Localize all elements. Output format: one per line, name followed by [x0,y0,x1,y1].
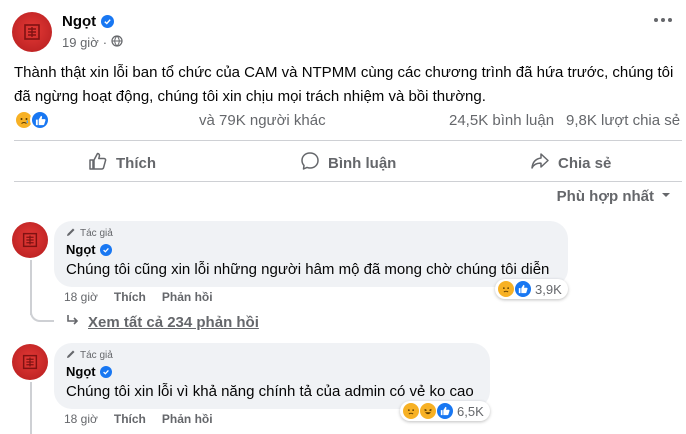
comment-actions: 18 giờ Thích Phản hồi [64,290,213,304]
author-badge: Tác giả [66,349,478,362]
sad-reaction-icon [497,280,515,298]
share-button[interactable]: Chia sẻ [530,150,611,176]
comment-author-name[interactable]: Ngọt [66,242,556,257]
dot-separator: · [102,35,108,50]
comment-button-label: Bình luận [328,154,397,172]
author-avatar[interactable] [12,12,52,52]
see-all-replies[interactable]: Xem tất cả 234 phản hồi [66,313,259,331]
verified-badge-icon [99,365,112,378]
author-badge-label: Tác giả [80,228,113,239]
like-reaction-icon [514,280,532,298]
sort-label: Phù hợp nhất [556,188,654,205]
comment-sort-dropdown[interactable]: Phù hợp nhất [557,188,672,205]
author-badge-label: Tác giả [80,350,113,361]
share-button-label: Chia sẻ [558,154,612,172]
comment-reaction-count: 6,5K [457,403,484,419]
comment-bubble: Tác giả Ngọt Chúng tôi cũng xin lỗi nhữn… [54,221,568,287]
comment-like-button[interactable]: Thích [114,290,146,304]
comment-text: Chúng tôi cũng xin lỗi những người hâm m… [66,261,550,278]
thread-line [30,382,32,434]
comment-avatar[interactable] [12,344,48,380]
author-badge: Tác giả [66,227,556,240]
thumbs-up-icon [88,151,108,175]
comment-timestamp[interactable]: 18 giờ [64,412,98,426]
reactions-others-count[interactable]: và 79K người khác [199,112,326,129]
shares-count[interactable]: 9,8K lượt chia sẻ [566,112,680,129]
avatar-logo-icon [24,24,40,40]
avatar-logo-icon [22,232,38,248]
divider-bottom [14,181,682,182]
comment-reply-button[interactable]: Phản hồi [162,290,213,304]
like-reaction-icon [436,402,454,420]
comment-avatar[interactable] [12,222,48,258]
post-timestamp[interactable]: 19 giờ [62,35,99,50]
pencil-icon [66,349,76,362]
comment-like-button[interactable]: Thích [114,412,146,426]
comment-author-label[interactable]: Ngọt [66,242,96,257]
like-reaction-icon [30,110,50,130]
author-name[interactable]: Ngọt [62,13,115,30]
thread-curve [30,300,54,322]
comment-author-label[interactable]: Ngọt [66,364,96,379]
reaction-icons[interactable] [14,110,50,130]
comment-bubble-icon [300,151,320,175]
verified-badge-icon [99,243,112,256]
comment-reactions[interactable]: 6,5K [400,401,490,421]
comment-button[interactable]: Bình luận [300,150,396,176]
reply-arrow-icon [66,313,80,331]
divider-top [14,140,682,141]
comment-bubble: Tác giả Ngọt Chúng tôi xin lỗi vì khả nă… [54,343,490,409]
like-button[interactable]: Thích [88,150,156,176]
like-button-label: Thích [116,154,156,172]
pencil-icon [66,227,76,240]
share-arrow-icon [530,151,550,175]
haha-reaction-icon [419,402,437,420]
comments-count[interactable]: 24,5K bình luận [449,112,554,129]
more-options-icon[interactable] [654,18,672,22]
reactions-bar: và 79K người khác 24,5K bình luận 9,8K l… [14,110,682,132]
sad-reaction-icon [402,402,420,420]
post-text: Thành thật xin lỗi ban tổ chức của CAM v… [14,64,674,105]
comment-timestamp[interactable]: 18 giờ [64,290,98,304]
see-all-replies-label[interactable]: Xem tất cả 234 phản hồi [88,314,259,331]
verified-badge-icon [101,15,115,28]
comment-reply-button[interactable]: Phản hồi [162,412,213,426]
globe-icon [111,35,123,50]
comment-reactions[interactable]: 3,9K [495,279,568,299]
chevron-down-icon [660,188,672,205]
comment-author-name[interactable]: Ngọt [66,364,478,379]
post-meta: 19 giờ · [62,35,123,50]
avatar-logo-icon [22,354,38,370]
comment-reaction-count: 3,9K [535,281,562,297]
author-name-label[interactable]: Ngọt [62,13,96,30]
comment-actions: 18 giờ Thích Phản hồi [64,412,213,426]
comment-text: Chúng tôi xin lỗi vì khả năng chính tả c… [66,383,474,400]
